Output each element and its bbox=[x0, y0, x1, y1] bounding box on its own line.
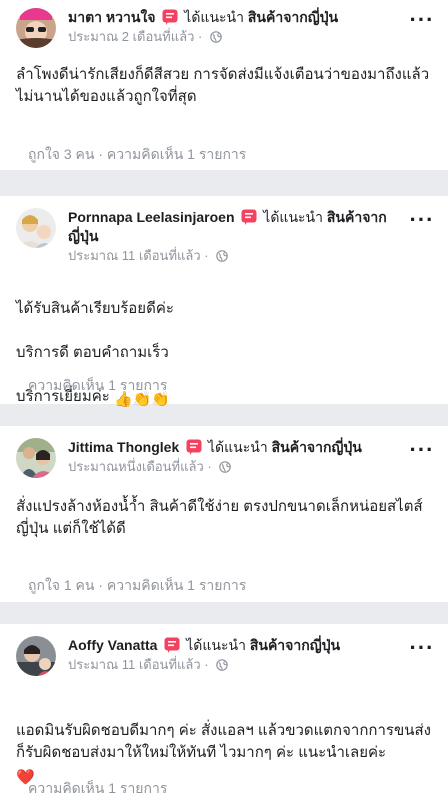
post-meta: ประมาณ 11 เดือนที่แล้ว · bbox=[68, 247, 392, 265]
author-name[interactable]: Pornnapa Leelasinjaroen bbox=[68, 209, 235, 225]
author-line: มาตา หวานใจ ได้แนะนำ สินค้าจากญี่ปุ่น bbox=[68, 8, 392, 27]
post-time[interactable]: ประมาณหนึ่งเดือนที่แล้ว bbox=[68, 459, 204, 474]
author-name[interactable]: มาตา หวานใจ bbox=[68, 9, 156, 25]
author-name[interactable]: Jittima Thonglek bbox=[68, 439, 179, 455]
review-post: Jittima Thonglek ได้แนะนำ สินค้าจากญี่ปุ… bbox=[0, 426, 448, 602]
post-text: ลำโพงดีน่ารักเสียงก็ดีสีสวย การจัดส่งมีแ… bbox=[16, 66, 430, 105]
avatar[interactable] bbox=[16, 438, 56, 478]
globe-icon bbox=[219, 461, 232, 473]
post-meta: ประมาณหนึ่งเดือนที่แล้ว · bbox=[68, 458, 392, 476]
post-header: มาตา หวานใจ ได้แนะนำ สินค้าจากญี่ปุ่น ปร… bbox=[68, 8, 392, 46]
post-text: สั่งแปรงล้างห้องน้ำ้ำ สินค้าดีใช้ง่าย ตร… bbox=[16, 498, 423, 537]
more-options-icon[interactable]: ··· bbox=[408, 439, 436, 464]
page-link[interactable]: สินค้าจากญี่ปุ่น bbox=[250, 637, 340, 653]
post-text: ได้รับสินค้าเรียบร้อยดีค่ะ บริการดี ตอบค… bbox=[16, 276, 436, 433]
post-text: แอดมินรับผิดชอบดีมากๆ ค่ะ สั่งแอลฯ แล้วข… bbox=[16, 698, 436, 789]
more-options-icon[interactable]: ··· bbox=[408, 9, 436, 34]
page-link[interactable]: สินค้าจากญี่ปุ่น bbox=[272, 439, 362, 455]
post-time[interactable]: ประมาณ 11 เดือนที่แล้ว bbox=[68, 248, 201, 263]
review-post: Pornnapa Leelasinjaroen ได้แนะนำ สินค้าจ… bbox=[0, 196, 448, 408]
reviews-feed: มาตา หวานใจ ได้แนะนำ สินค้าจากญี่ปุ่น ปร… bbox=[0, 0, 448, 800]
post-header: Aoffy Vanatta ได้แนะนำ สินค้าจากญี่ปุ่น … bbox=[68, 636, 392, 674]
post-meta: ประมาณ 2 เดือนที่แล้ว · bbox=[68, 28, 392, 46]
post-text-line: ได้รับสินค้าเรียบร้อยดีค่ะ bbox=[16, 300, 174, 317]
author-line: Pornnapa Leelasinjaroen ได้แนะนำ สินค้าจ… bbox=[68, 208, 392, 246]
recommend-label: ได้แนะนำ bbox=[208, 439, 268, 455]
avatar[interactable] bbox=[16, 8, 56, 48]
recommend-label: ได้แนะนำ bbox=[184, 9, 244, 25]
globe-icon bbox=[210, 31, 222, 43]
recommend-icon bbox=[186, 439, 202, 455]
avatar[interactable] bbox=[16, 208, 56, 248]
page-link[interactable]: สินค้าจากญี่ปุ่น bbox=[248, 9, 338, 25]
author-name[interactable]: Aoffy Vanatta bbox=[68, 637, 157, 653]
post-header: Jittima Thonglek ได้แนะนำ สินค้าจากญี่ปุ… bbox=[68, 438, 392, 476]
review-post: Aoffy Vanatta ได้แนะนำ สินค้าจากญี่ปุ่น … bbox=[0, 624, 448, 800]
recommend-label: ได้แนะนำ bbox=[186, 637, 246, 653]
author-line: Jittima Thonglek ได้แนะนำ สินค้าจากญี่ปุ… bbox=[68, 438, 392, 457]
post-meta: ประมาณ 11 เดือนที่แล้ว · bbox=[68, 656, 392, 674]
post-time[interactable]: ประมาณ 2 เดือนที่แล้ว bbox=[68, 29, 194, 44]
post-stats[interactable]: ความคิดเห็น 1 รายการ bbox=[28, 779, 167, 797]
post-stats[interactable]: ความคิดเห็น 1 รายการ bbox=[28, 376, 167, 394]
recommend-label: ได้แนะนำ bbox=[263, 209, 323, 225]
post-text-line: บริการดี ตอบคำถามเร็ว bbox=[16, 344, 169, 361]
more-options-icon[interactable]: ··· bbox=[408, 637, 436, 662]
post-time[interactable]: ประมาณ 11 เดือนที่แล้ว bbox=[68, 657, 201, 672]
more-options-icon[interactable]: ··· bbox=[408, 209, 436, 234]
globe-icon bbox=[216, 659, 229, 671]
globe-icon bbox=[216, 250, 229, 262]
avatar[interactable] bbox=[16, 636, 56, 676]
recommend-icon bbox=[164, 637, 180, 653]
post-stats[interactable]: ถูกใจ 1 คน · ความคิดเห็น 1 รายการ bbox=[28, 576, 246, 594]
author-line: Aoffy Vanatta ได้แนะนำ สินค้าจากญี่ปุ่น bbox=[68, 636, 392, 655]
recommend-icon bbox=[241, 209, 257, 225]
recommend-icon bbox=[162, 9, 178, 25]
post-stats[interactable]: ถูกใจ 3 คน · ความคิดเห็น 1 รายการ bbox=[28, 145, 246, 163]
post-text-segment: แอดมินรับผิดชอบดีมากๆ ค่ะ สั่งแอลฯ แล้วข… bbox=[16, 722, 431, 761]
review-post: มาตา หวานใจ ได้แนะนำ สินค้าจากญี่ปุ่น ปร… bbox=[0, 0, 448, 170]
post-header: Pornnapa Leelasinjaroen ได้แนะนำ สินค้าจ… bbox=[68, 208, 392, 265]
